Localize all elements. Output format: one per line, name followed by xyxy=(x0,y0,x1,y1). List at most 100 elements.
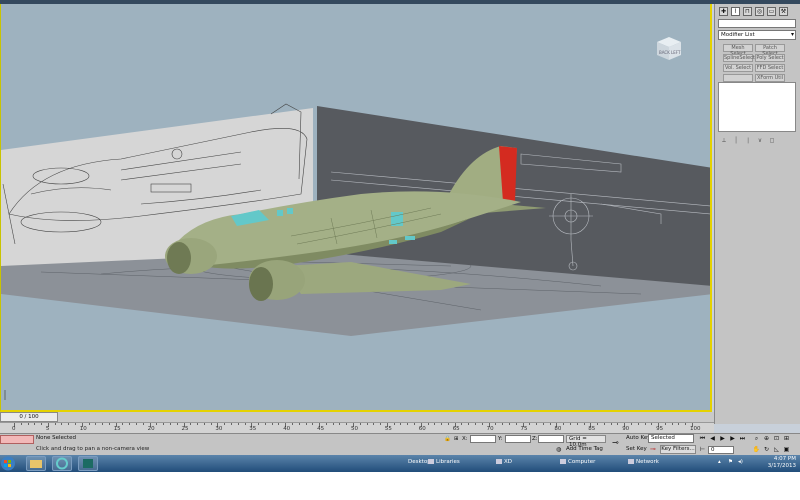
minor-tick xyxy=(264,423,266,425)
minor-tick xyxy=(291,423,293,425)
minor-tick xyxy=(258,423,260,425)
x-label: X: xyxy=(462,436,468,442)
key-mode-dropdown[interactable]: Selected xyxy=(648,434,694,443)
3dsmax-icon[interactable] xyxy=(78,456,98,471)
spline-select-button[interactable]: SplineSelect xyxy=(723,54,755,62)
minor-tick xyxy=(278,423,280,425)
key-filters-button[interactable]: Key Filters... xyxy=(660,445,696,454)
previous-frame-icon[interactable]: ◀ xyxy=(708,435,717,443)
zoom-all-icon[interactable]: ⊕ xyxy=(762,435,771,443)
remove-modifier-icon[interactable]: ∨ xyxy=(754,137,766,145)
show-end-result-icon[interactable]: │ xyxy=(730,137,742,145)
tick-label: 75 xyxy=(520,426,528,432)
perspective-viewport[interactable]: BACK LEFT xyxy=(0,4,712,412)
goto-start-icon[interactable]: ⏮ xyxy=(698,435,707,443)
explorer-icon[interactable] xyxy=(26,456,46,471)
ie-icon[interactable] xyxy=(52,456,72,471)
system-clock[interactable]: 4:07 PM 3/17/2013 xyxy=(768,456,796,470)
zoom-icon[interactable]: ⌕ xyxy=(752,435,761,443)
minor-tick xyxy=(136,423,138,425)
minor-tick xyxy=(414,423,416,425)
goto-end-icon[interactable]: ⏭ xyxy=(738,435,747,443)
z-coordinate-field[interactable] xyxy=(538,435,564,443)
make-unique-icon[interactable]: ∣ xyxy=(742,137,754,145)
set-key-icon[interactable]: ⊸ xyxy=(650,445,656,453)
absolute-mode-icon[interactable]: ⊞ xyxy=(454,436,459,442)
taskbar-band: Desktop Libraries XD Computer Network ▴ … xyxy=(0,455,800,472)
play-icon[interactable]: ▶ xyxy=(718,435,727,443)
flag-icon[interactable]: ⚑ xyxy=(728,459,733,465)
create-icon[interactable]: ✚ xyxy=(719,7,728,16)
minor-tick xyxy=(95,423,97,425)
empty-modifier-button[interactable] xyxy=(723,74,753,82)
tick-label: 70 xyxy=(486,426,494,432)
y-coordinate-field[interactable] xyxy=(505,435,531,443)
minor-tick xyxy=(671,423,673,425)
minor-tick xyxy=(325,423,327,425)
minor-tick xyxy=(542,423,544,425)
tick-label: 15 xyxy=(113,426,121,432)
patch-select-button[interactable]: Patch Select xyxy=(755,44,785,57)
folder-icon xyxy=(496,459,502,464)
modify-icon[interactable]: ⌇ xyxy=(731,7,740,16)
key-icon[interactable]: ⊸ xyxy=(612,438,619,447)
viewcube[interactable]: BACK LEFT xyxy=(654,34,684,62)
minor-tick xyxy=(549,423,551,425)
display-icon[interactable]: ▭ xyxy=(767,7,776,16)
network-link[interactable]: Network xyxy=(628,459,659,465)
tray-arrow-icon[interactable]: ▴ xyxy=(718,459,721,465)
configure-modifier-sets-icon[interactable]: ◻ xyxy=(766,137,778,145)
pan-icon[interactable]: ✋ xyxy=(752,446,761,454)
modifier-list-dropdown[interactable]: Modifier List ▾ xyxy=(718,30,796,40)
minor-tick xyxy=(210,423,212,425)
folder-icon xyxy=(428,459,434,464)
time-slider-track[interactable] xyxy=(0,412,714,422)
minor-tick xyxy=(305,423,307,425)
libraries-link[interactable]: Libraries xyxy=(428,459,460,465)
xform-util-button[interactable]: XForm Util xyxy=(755,74,785,82)
minor-tick xyxy=(563,423,565,425)
tick-label: 80 xyxy=(554,426,562,432)
network-label: Network xyxy=(636,459,659,465)
key-mode-toggle-icon[interactable]: ⊢ xyxy=(698,446,707,454)
field-of-view-icon[interactable]: ◺ xyxy=(772,446,781,454)
vol-select-button[interactable]: Vol. Select xyxy=(723,64,753,72)
minor-tick xyxy=(190,423,192,425)
computer-link[interactable]: Computer xyxy=(560,459,595,465)
time-slider-knob[interactable]: 0 / 100 xyxy=(0,412,58,422)
tick-label: 25 xyxy=(181,426,189,432)
minor-tick xyxy=(346,423,348,425)
pin-stack-icon[interactable]: ⟂ xyxy=(718,137,730,145)
hierarchy-icon[interactable]: ⊓ xyxy=(743,7,752,16)
minor-tick xyxy=(41,423,43,425)
mesh-select-button[interactable]: Mesh Select xyxy=(723,44,753,57)
tick-label: 90 xyxy=(622,426,630,432)
object-name-field[interactable] xyxy=(718,19,796,28)
lock-selection-icon[interactable]: 🔒 xyxy=(444,436,451,442)
current-frame-field[interactable]: 0 xyxy=(708,446,734,454)
minor-tick xyxy=(88,423,90,425)
add-time-tag-button[interactable]: Add Time Tag xyxy=(566,446,603,452)
poly-select-button[interactable]: Poly Select xyxy=(755,54,785,62)
volume-icon[interactable]: ◂) xyxy=(738,459,743,465)
utilities-icon[interactable]: ⚒ xyxy=(779,7,788,16)
ffd-select-button[interactable]: FFD Select xyxy=(755,64,785,72)
zoom-extents-icon[interactable]: ⊡ xyxy=(772,435,781,443)
zoom-extents-all-icon[interactable]: ⊞ xyxy=(782,435,791,443)
x-coordinate-field[interactable] xyxy=(470,435,496,443)
minor-tick xyxy=(359,423,361,425)
clock-time: 4:07 PM xyxy=(773,456,796,462)
minor-tick xyxy=(20,423,22,425)
orbit-icon[interactable]: ↻ xyxy=(762,446,771,454)
maximize-viewport-icon[interactable]: ▣ xyxy=(782,446,791,454)
motion-icon[interactable]: ◎ xyxy=(755,7,764,16)
minor-tick xyxy=(366,423,368,425)
start-icon[interactable] xyxy=(0,455,22,472)
auto-key-button[interactable]: Auto Key xyxy=(626,435,651,441)
next-frame-icon[interactable]: ▶ xyxy=(728,435,737,443)
set-key-button[interactable]: Set Key xyxy=(626,446,647,452)
maxscript-listener[interactable] xyxy=(0,435,34,444)
status-bar: None Selected Click and drag to pan a no… xyxy=(0,433,800,456)
xd-link[interactable]: XD xyxy=(496,459,512,465)
modifier-stack[interactable] xyxy=(718,82,796,132)
